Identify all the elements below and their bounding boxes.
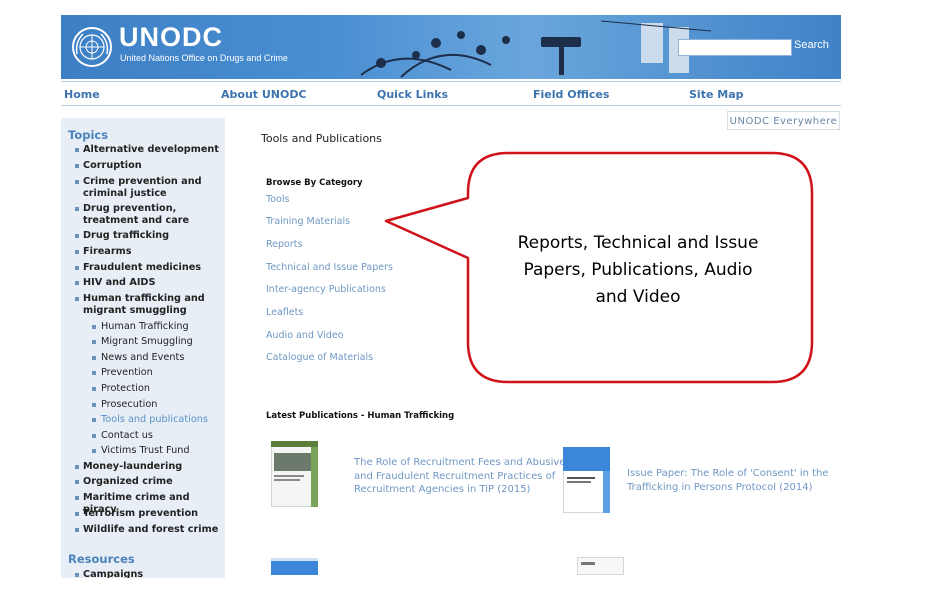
publication-title-line[interactable]: Recruitment Agencies in TiP (2015) [354, 483, 530, 497]
nav-field-offices[interactable]: Field Offices [533, 88, 609, 101]
search-button[interactable]: Search [794, 39, 829, 51]
callout-line: Reports, Technical and Issue [517, 233, 759, 253]
publication-cover-thumbnail[interactable] [577, 557, 624, 575]
category-technical-issue-papers[interactable]: Technical and Issue Papers [266, 262, 393, 273]
category-catalogue[interactable]: Catalogue of Materials [266, 352, 373, 363]
sidebar: Topics Alternative development Corruptio… [61, 118, 225, 578]
sidebar-subitem-protection[interactable]: Protection [91, 383, 150, 395]
sidebar-item-corruption[interactable]: Corruption [75, 160, 223, 172]
sidebar-subitem-news-events[interactable]: News and Events [91, 352, 184, 364]
nav-divider-top [61, 81, 841, 82]
nav-site-map[interactable]: Site Map [689, 88, 743, 101]
publication-cover-thumbnail[interactable] [563, 447, 610, 513]
sidebar-subitem-prosecution[interactable]: Prosecution [91, 399, 157, 411]
header-banner: UNODC United Nations Office on Drugs and… [61, 15, 841, 79]
category-reports[interactable]: Reports [266, 239, 302, 250]
un-emblem-icon [72, 27, 112, 67]
sidebar-subitem-prevention[interactable]: Prevention [92, 367, 153, 379]
nav-home[interactable]: Home [64, 88, 100, 101]
sidebar-item-organized-crime[interactable]: Organized crime [75, 476, 223, 488]
publication-cover-thumbnail[interactable] [271, 558, 318, 575]
brand-subtitle: United Nations Office on Drugs and Crime [120, 53, 288, 63]
sidebar-item-drug-trafficking[interactable]: Drug trafficking [75, 230, 223, 242]
publication-title-line[interactable]: Trafficking in Persons Protocol (2014) [627, 481, 813, 495]
sidebar-item-human-trafficking[interactable]: Human trafficking and migrant smuggling [75, 293, 223, 317]
nav-quick-links[interactable]: Quick Links [377, 88, 448, 101]
sidebar-subitem-tools-publications[interactable]: Tools and publications [92, 414, 208, 426]
banner-illustration [360, 20, 711, 78]
callout-line: and Video [595, 287, 681, 307]
topics-heading: Topics [68, 128, 109, 142]
resources-heading: Resources [68, 552, 135, 566]
sidebar-item-firearms[interactable]: Firearms [75, 246, 223, 258]
category-leaflets[interactable]: Leaflets [266, 307, 303, 318]
callout-text: Reports, Technical and Issue Papers, Pub… [486, 230, 790, 311]
sidebar-item-alternative-development[interactable]: Alternative development [75, 144, 223, 156]
browse-category-heading: Browse By Category [266, 178, 363, 188]
sidebar-subitem-migrant-smuggling[interactable]: Migrant Smuggling [92, 336, 193, 348]
sidebar-item-campaigns[interactable]: Campaigns [75, 569, 223, 578]
publication-title-line[interactable]: Issue Paper: The Role of 'Consent' in th… [627, 467, 829, 481]
category-tools[interactable]: Tools [266, 194, 289, 205]
sidebar-subitem-victims-trust-fund[interactable]: Victims Trust Fund [92, 445, 190, 457]
search-input[interactable] [678, 39, 792, 56]
sidebar-item-terrorism-prevention[interactable]: Terrorism prevention [75, 508, 223, 520]
sidebar-item-fraudulent-medicines[interactable]: Fraudulent medicines [75, 262, 223, 274]
sidebar-item-drug-prevention[interactable]: Drug prevention, treatment and care [75, 203, 223, 227]
category-audio-video[interactable]: Audio and Video [266, 330, 344, 341]
sidebar-item-crime-prevention[interactable]: Crime prevention and criminal justice [75, 176, 223, 200]
latest-publications-heading: Latest Publications - Human Trafficking [266, 411, 455, 421]
publication-title-line[interactable]: and Fraudulent Recruitment Practices of [354, 470, 555, 484]
sidebar-subitem-contact-us[interactable]: Contact us [92, 430, 153, 442]
category-inter-agency-publications[interactable]: Inter-agency Publications [266, 284, 386, 295]
sidebar-subitem-human-trafficking[interactable]: Human Trafficking [92, 321, 189, 333]
publication-cover-thumbnail[interactable] [271, 441, 318, 507]
nav-divider-bottom [61, 105, 841, 106]
sidebar-item-hiv-aids[interactable]: HIV and AIDS [75, 277, 223, 289]
sidebar-item-wildlife-forest-crime[interactable]: Wildlife and forest crime [75, 524, 223, 536]
nav-about[interactable]: About UNODC [221, 88, 307, 101]
brand-name: UNODC [119, 22, 223, 52]
callout-line: Papers, Publications, Audio [523, 260, 753, 280]
unodc-everywhere-link[interactable]: UNODC Everywhere [727, 111, 840, 130]
category-training-materials[interactable]: Training Materials [266, 216, 350, 227]
publication-title-line[interactable]: The Role of Recruitment Fees and Abusive [354, 456, 565, 470]
sidebar-item-money-laundering[interactable]: Money-laundering [75, 461, 223, 473]
page-title: Tools and Publications [261, 132, 382, 145]
